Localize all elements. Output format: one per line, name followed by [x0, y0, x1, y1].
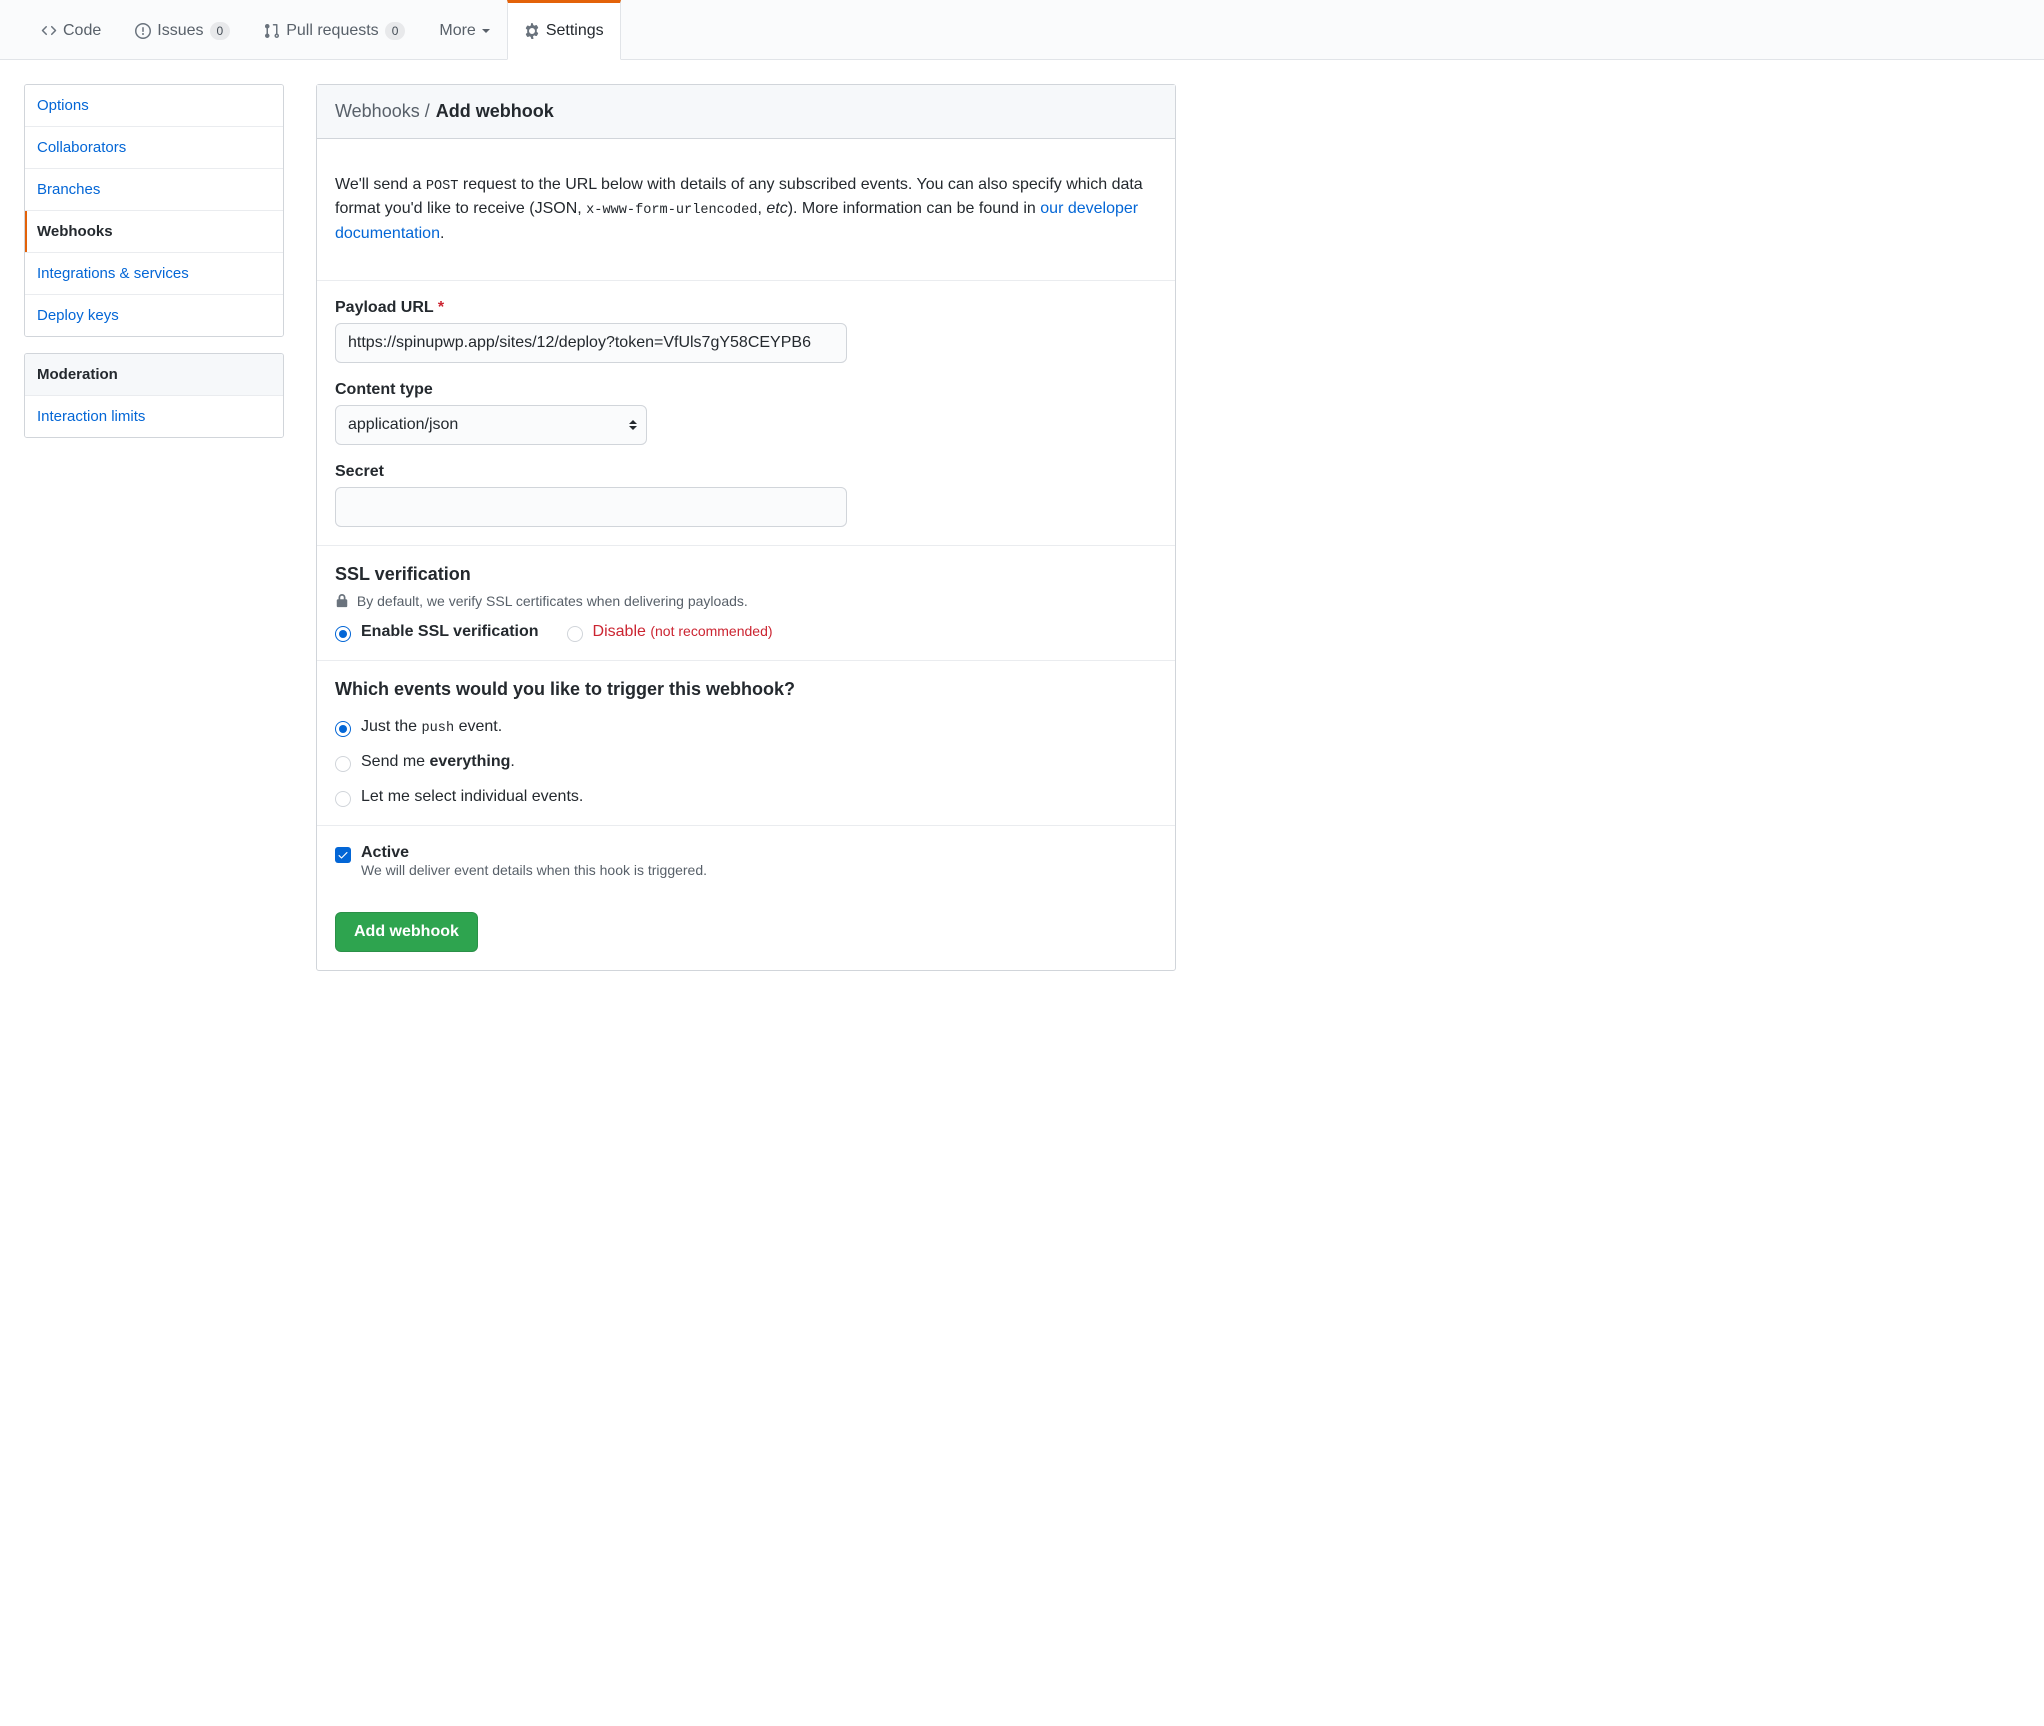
urlenc-code: x-www-form-urlencoded [586, 203, 757, 218]
active-label[interactable]: Active [361, 844, 707, 862]
sidebar-item-integrations[interactable]: Integrations & services [25, 253, 283, 295]
sidebar-item-webhooks[interactable]: Webhooks [25, 211, 283, 253]
tab-code-label: Code [63, 22, 101, 40]
ssl-enable-label[interactable]: Enable SSL verification [361, 623, 539, 641]
events-everything-label[interactable]: Send me everything. [361, 753, 515, 771]
ssl-note: By default, we verify SSL certificates w… [335, 593, 1157, 609]
pull-request-icon [264, 23, 280, 39]
repo-subnav: Code Issues 0 Pull requests 0 More Setti… [0, 0, 2044, 60]
tab-pulls-label: Pull requests [286, 22, 379, 40]
tab-issues-label: Issues [157, 22, 203, 40]
chevron-down-icon [482, 29, 490, 37]
events-just-push-radio[interactable] [335, 721, 351, 737]
events-individual-label[interactable]: Let me select individual events. [361, 788, 583, 806]
breadcrumb-parent[interactable]: Webhooks [335, 101, 430, 122]
add-webhook-button[interactable]: Add webhook [335, 912, 478, 952]
gear-icon [524, 23, 540, 39]
webhook-panel: Webhooks Add webhook We'll send a POST r… [316, 84, 1176, 971]
tab-more-label: More [439, 22, 475, 40]
sidebar-item-options[interactable]: Options [25, 85, 283, 127]
breadcrumb-current: Add webhook [436, 101, 554, 122]
active-section: Active We will deliver event details whe… [317, 826, 1175, 970]
sidebar-heading-moderation: Moderation [25, 354, 283, 396]
payload-url-input[interactable] [335, 323, 847, 363]
lock-icon [335, 594, 349, 608]
ssl-heading: SSL verification [335, 564, 1157, 585]
active-checkbox[interactable] [335, 847, 351, 863]
sidebar-item-branches[interactable]: Branches [25, 169, 283, 211]
events-section: Which events would you like to trigger t… [317, 661, 1175, 826]
sidebar-item-deploy-keys[interactable]: Deploy keys [25, 295, 283, 336]
ssl-section: SSL verification By default, we verify S… [317, 546, 1175, 661]
issue-icon [135, 23, 151, 39]
tab-settings[interactable]: Settings [507, 0, 621, 60]
events-everything-radio[interactable] [335, 756, 351, 772]
tab-code[interactable]: Code [24, 0, 118, 60]
events-just-push-label[interactable]: Just the push event. [361, 718, 502, 736]
pulls-count: 0 [385, 22, 406, 40]
events-individual-radio[interactable] [335, 791, 351, 807]
events-heading: Which events would you like to trigger t… [335, 679, 1157, 700]
code-icon [41, 23, 57, 39]
ssl-disable-label[interactable]: Disable (not recommended) [593, 623, 773, 641]
sidebar-item-collaborators[interactable]: Collaborators [25, 127, 283, 169]
required-asterisk: * [438, 299, 444, 316]
page-container: Options Collaborators Branches Webhooks … [0, 60, 1200, 995]
sidebar-menu-main: Options Collaborators Branches Webhooks … [24, 84, 284, 337]
tab-issues[interactable]: Issues 0 [118, 0, 247, 60]
ssl-enable-radio[interactable] [335, 626, 351, 642]
tab-pulls[interactable]: Pull requests 0 [247, 0, 422, 60]
intro-text: We'll send a POST request to the URL bel… [335, 173, 1157, 246]
breadcrumb: Webhooks Add webhook [317, 85, 1175, 139]
secret-input[interactable] [335, 487, 847, 527]
settings-sidebar: Options Collaborators Branches Webhooks … [24, 84, 284, 971]
form-section: Payload URL * Content type application/j… [317, 281, 1175, 546]
content-type-select[interactable]: application/json [335, 405, 647, 445]
secret-label: Secret [335, 463, 1157, 481]
active-desc: We will deliver event details when this … [361, 862, 707, 878]
main-content: Webhooks Add webhook We'll send a POST r… [316, 84, 1176, 971]
sidebar-item-interaction-limits[interactable]: Interaction limits [25, 396, 283, 437]
payload-url-label: Payload URL * [335, 299, 1157, 317]
issues-count: 0 [210, 22, 231, 40]
content-type-label: Content type [335, 381, 1157, 399]
intro-section: We'll send a POST request to the URL bel… [317, 139, 1175, 281]
tab-more[interactable]: More [422, 0, 506, 60]
sidebar-menu-moderation: Moderation Interaction limits [24, 353, 284, 438]
tab-settings-label: Settings [546, 22, 604, 40]
check-icon [337, 849, 349, 861]
ssl-disable-radio[interactable] [567, 626, 583, 642]
post-code: POST [426, 179, 459, 194]
